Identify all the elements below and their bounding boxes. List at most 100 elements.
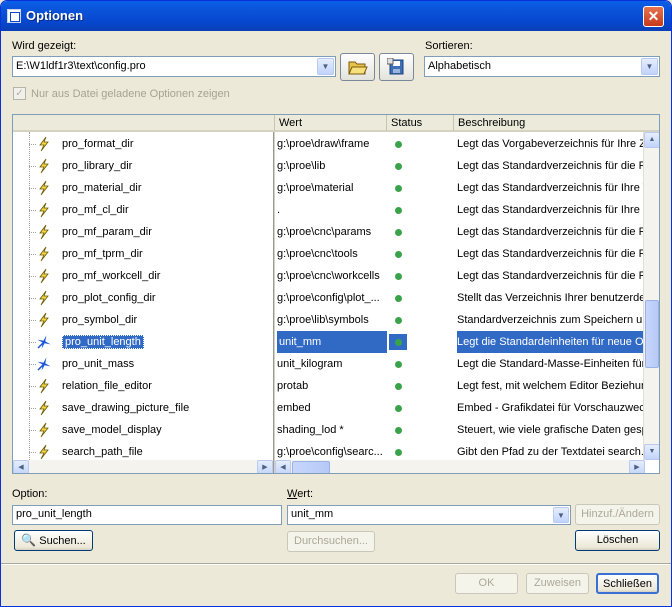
- scroll-left-button[interactable]: ◀: [13, 460, 29, 473]
- wert-combo[interactable]: unit_mm ▼: [287, 505, 571, 525]
- browse-button[interactable]: Durchsuchen...: [287, 531, 375, 552]
- shown-file-combo[interactable]: E:\W1ldf1r3\text\config.pro ▼: [12, 56, 336, 77]
- option-value[interactable]: .: [277, 199, 387, 221]
- table-row[interactable]: pro_mf_tprm_dir g:\proe\cnc\tools Legt das…: [13, 243, 645, 265]
- option-name-cell[interactable]: pro_mf_cl_dir: [62, 199, 272, 221]
- option-name: relation_file_editor: [62, 380, 152, 392]
- option-name-cell[interactable]: pro_plot_config_dir: [62, 287, 272, 309]
- option-value[interactable]: g:\proe\draw\frame: [277, 133, 387, 155]
- tree-connector: [29, 188, 36, 189]
- option-name: pro_material_dir: [62, 182, 142, 194]
- scroll-right-button[interactable]: ▶: [629, 460, 645, 473]
- option-name-cell[interactable]: pro_mf_tprm_dir: [62, 243, 272, 265]
- table-row[interactable]: pro_material_dir g:\proe\material Legt das…: [13, 177, 645, 199]
- option-description: Legt die Standardeinheiten für neue Ob: [457, 331, 645, 353]
- option-name-cell[interactable]: save_model_display: [62, 419, 272, 441]
- option-value[interactable]: g:\proe\cnc\params: [277, 221, 387, 243]
- scroll-up-button[interactable]: ▲: [644, 132, 659, 148]
- option-name-cell[interactable]: pro_symbol_dir: [62, 309, 272, 331]
- option-description: Legt das Standardverzeichnis für die Fe: [457, 248, 645, 260]
- ok-button[interactable]: OK: [455, 573, 518, 594]
- option-value[interactable]: g:\proe\material: [277, 177, 387, 199]
- star-icon: [36, 356, 52, 372]
- table-row[interactable]: pro_unit_mass unit_kilogram Legt die Stand…: [13, 353, 645, 375]
- option-value[interactable]: shading_lod *: [277, 419, 387, 441]
- table-row[interactable]: pro_unit_length unit_mm Legt die Standarde…: [13, 331, 645, 353]
- name-horizontal-scrollbar[interactable]: ◀ ▶: [13, 460, 273, 473]
- scroll-down-button[interactable]: ▼: [644, 444, 659, 460]
- close-button[interactable]: Schließen: [596, 573, 659, 594]
- option-label: Option:: [12, 488, 48, 500]
- tree-connector: [29, 342, 36, 343]
- chevron-down-icon[interactable]: ▼: [553, 507, 569, 523]
- open-file-button[interactable]: [340, 53, 375, 81]
- table-row[interactable]: pro_format_dir g:\proe\draw\frame Legt das…: [13, 133, 645, 155]
- option-name-cell[interactable]: pro_format_dir: [62, 133, 272, 155]
- table-row[interactable]: pro_symbol_dir g:\proe\lib\symbols Standar…: [13, 309, 645, 331]
- value-horizontal-scrollbar[interactable]: ◀ ▶: [275, 460, 645, 473]
- apply-button[interactable]: Zuweisen: [526, 573, 589, 594]
- option-value[interactable]: g:\proe\lib: [277, 155, 387, 177]
- option-name-cell[interactable]: pro_mf_workcell_dir: [62, 265, 272, 287]
- option-value[interactable]: g:\proe\cnc\tools: [277, 243, 387, 265]
- chevron-down-icon[interactable]: ▼: [317, 58, 334, 75]
- option-value[interactable]: unit_mm: [277, 331, 387, 353]
- option-value[interactable]: protab: [277, 375, 387, 397]
- lightning-icon: [36, 202, 52, 218]
- lightning-icon: [36, 136, 52, 152]
- column-header-beschreibung[interactable]: Beschreibung: [454, 115, 659, 132]
- option-name-cell[interactable]: pro_mf_param_dir: [62, 221, 272, 243]
- status-indicator-icon: [395, 339, 402, 346]
- option-value[interactable]: g:\proe\config\searc...: [277, 441, 387, 460]
- delete-button[interactable]: Löschen: [575, 530, 660, 551]
- option-value[interactable]: g:\proe\lib\symbols: [277, 309, 387, 331]
- window-title: Optionen: [26, 8, 84, 23]
- option-value[interactable]: g:\proe\config\plot_...: [277, 287, 387, 309]
- table-row[interactable]: relation_file_editor protab Legt fest, mit…: [13, 375, 645, 397]
- sort-combo[interactable]: Alphabetisch ▼: [424, 56, 660, 77]
- vertical-scroll-thumb[interactable]: [645, 300, 659, 368]
- column-header-status[interactable]: Status: [387, 115, 454, 132]
- status-indicator-icon: [395, 361, 402, 368]
- column-header-wert[interactable]: Wert: [275, 115, 387, 132]
- search-button[interactable]: 🔍 Suchen...: [14, 530, 93, 551]
- scroll-left-button[interactable]: ◀: [275, 460, 291, 473]
- table-row[interactable]: pro_mf_param_dir g:\proe\cnc\params Legt d…: [13, 221, 645, 243]
- title-bar[interactable]: Optionen ✕: [1, 1, 671, 31]
- vertical-scrollbar[interactable]: ▲ ▼: [643, 132, 659, 460]
- table-row[interactable]: save_model_display shading_lod * Steuert, …: [13, 419, 645, 441]
- add-change-button[interactable]: Hinzuf./Ändern: [575, 504, 660, 525]
- option-name-cell[interactable]: relation_file_editor: [62, 375, 272, 397]
- table-row[interactable]: save_drawing_picture_file embed Embed - Gr…: [13, 397, 645, 419]
- option-value[interactable]: embed: [277, 397, 387, 419]
- horizontal-scroll-thumb[interactable]: [292, 461, 330, 473]
- status-indicator-icon: [395, 251, 402, 258]
- table-row[interactable]: pro_mf_cl_dir. Legt das Standardverzeichn…: [13, 199, 645, 221]
- table-row[interactable]: search_path_file g:\proe\config\searc... G…: [13, 441, 645, 460]
- lightning-icon: [36, 444, 52, 460]
- chevron-down-icon[interactable]: ▼: [641, 58, 658, 75]
- table-row[interactable]: pro_mf_workcell_dir g:\proe\cnc\workcells…: [13, 265, 645, 287]
- loaded-only-label: Nur aus Datei geladene Optionen zeigen: [31, 88, 230, 100]
- option-name-cell[interactable]: search_path_file: [62, 441, 272, 460]
- sort-label: Sortieren:: [425, 40, 473, 52]
- option-input[interactable]: pro_unit_length: [12, 505, 282, 525]
- option-name-cell[interactable]: pro_library_dir: [62, 155, 272, 177]
- column-header-name[interactable]: [13, 115, 275, 132]
- option-name-cell[interactable]: pro_material_dir: [62, 177, 272, 199]
- option-name: pro_mf_tprm_dir: [62, 248, 143, 260]
- save-file-button[interactable]: [379, 53, 414, 81]
- option-name-cell[interactable]: save_drawing_picture_file: [62, 397, 272, 419]
- table-row[interactable]: pro_library_dir g:\proe\lib Legt das Stand…: [13, 155, 645, 177]
- close-window-button[interactable]: ✕: [643, 6, 664, 27]
- tree-connector: [29, 320, 36, 321]
- option-name-cell[interactable]: pro_unit_length: [62, 331, 272, 353]
- table-row[interactable]: pro_plot_config_dir g:\proe\config\plot_.…: [13, 287, 645, 309]
- option-value[interactable]: g:\proe\cnc\workcells: [277, 265, 387, 287]
- tree-connector: [29, 232, 36, 233]
- option-name: pro_mf_workcell_dir: [62, 270, 161, 282]
- scroll-right-button[interactable]: ▶: [257, 460, 273, 473]
- option-name-cell[interactable]: pro_unit_mass: [62, 353, 272, 375]
- option-value[interactable]: unit_kilogram: [277, 353, 387, 375]
- loaded-only-checkbox[interactable]: ✓: [13, 87, 26, 100]
